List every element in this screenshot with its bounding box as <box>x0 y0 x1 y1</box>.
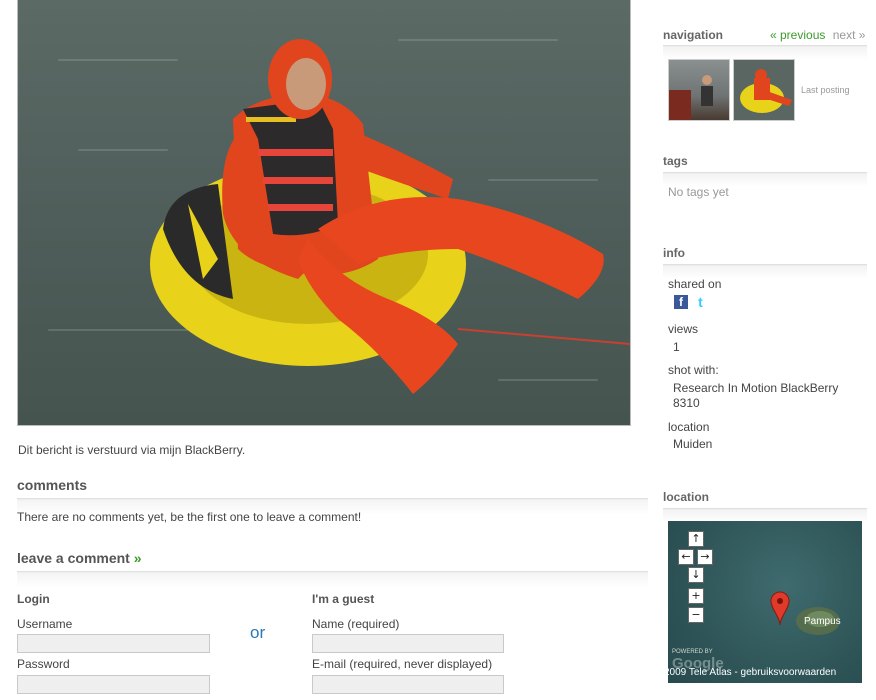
next-link[interactable]: next » <box>833 28 866 42</box>
previous-link[interactable]: « previous <box>770 28 825 42</box>
guest-heading: I'm a guest <box>312 592 375 606</box>
camera-name: Research In Motion BlackBerry 8310 <box>673 381 839 410</box>
location-label: location <box>668 420 710 434</box>
current-thumb-figure <box>740 69 792 113</box>
location-map-heading: location <box>663 490 710 504</box>
username-input[interactable] <box>17 634 210 653</box>
location-map[interactable]: ↑ ← → ↓ + − Pampus POWERED BY Google 200… <box>668 521 862 683</box>
shot-with-label: shot with: <box>668 363 719 377</box>
last-posting-label: Last posting <box>801 85 850 95</box>
name-input[interactable] <box>312 634 504 653</box>
navigation-divider <box>663 45 867 60</box>
or-separator: or <box>250 623 266 642</box>
map-marker-icon[interactable] <box>770 591 790 625</box>
tags-heading: tags <box>663 154 688 168</box>
views-label: views <box>668 322 699 336</box>
post-caption: Dit bericht is verstuurd via mijn BlackB… <box>18 443 246 457</box>
no-comments-text: There are no comments yet, be the first … <box>17 510 362 524</box>
facebook-icon[interactable]: f <box>674 295 688 309</box>
leave-comment-heading: leave a comment » <box>17 550 142 566</box>
password-input[interactable] <box>17 675 210 694</box>
comments-heading: comments <box>17 477 88 493</box>
no-tags-text: No tags yet <box>668 185 729 199</box>
navigation-heading: navigation <box>663 28 724 42</box>
map-place-label: Pampus <box>804 616 841 627</box>
views-count: 1 <box>673 340 680 354</box>
username-label: Username <box>17 617 73 631</box>
map-attribution[interactable]: 2009 Tele Atlas - gebruiksvoorwaarden <box>668 667 836 678</box>
current-post-thumbnail[interactable] <box>733 59 795 121</box>
email-label: E-mail (required, never displayed) <box>312 657 493 671</box>
login-heading: Login <box>17 592 50 606</box>
name-label: Name (required) <box>312 617 400 631</box>
previous-post-thumbnail[interactable] <box>668 59 730 121</box>
leave-comment-arrow-icon: » <box>133 550 142 566</box>
post-pager: « previous next » <box>770 28 865 42</box>
previous-thumb-figure <box>669 75 713 120</box>
info-heading: info <box>663 246 685 260</box>
email-input[interactable] <box>312 675 504 694</box>
twitter-icon[interactable]: t <box>693 294 708 310</box>
photo-scene <box>150 39 630 394</box>
shared-on-label: shared on <box>668 277 722 291</box>
location-value: Muiden <box>673 437 713 451</box>
password-label: Password <box>17 657 70 671</box>
post-photo <box>17 0 631 426</box>
leave-comment-divider <box>17 571 648 588</box>
leave-comment-title: leave a comment <box>17 550 130 566</box>
